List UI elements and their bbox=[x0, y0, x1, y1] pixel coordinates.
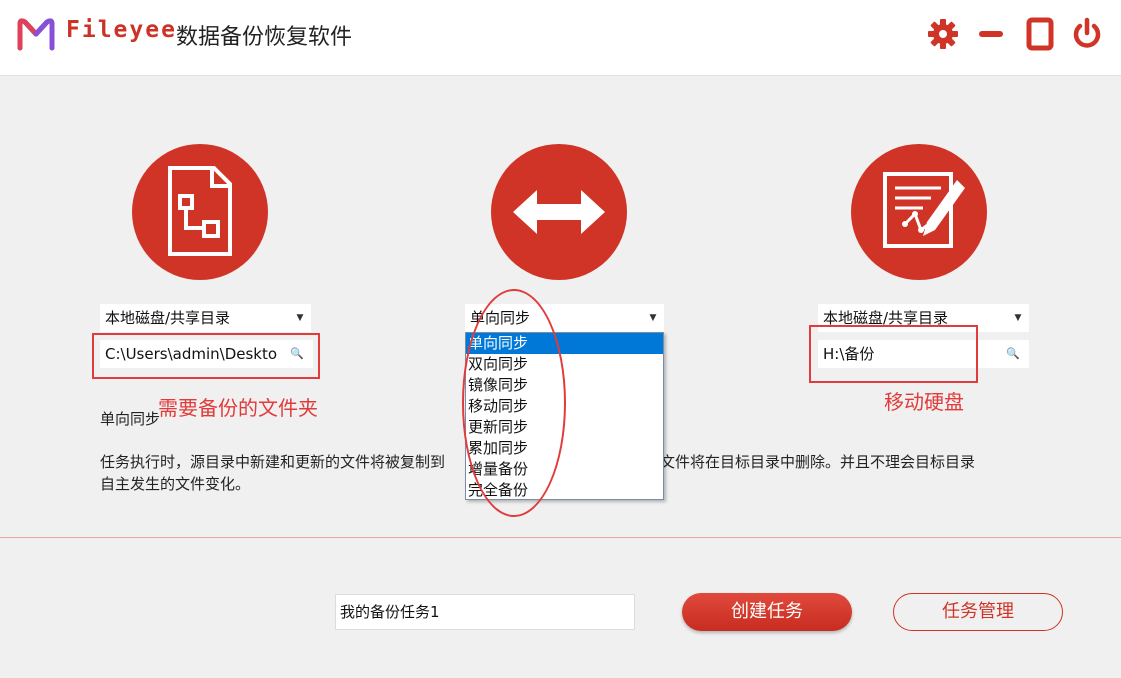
mode-icon-circle[interactable] bbox=[491, 144, 627, 280]
search-icon[interactable]: 🔍 bbox=[1006, 340, 1020, 368]
create-task-button[interactable]: 创建任务 bbox=[682, 593, 852, 631]
target-annotation: 移动硬盘 bbox=[884, 390, 964, 414]
source-annotation: 需要备份的文件夹 bbox=[158, 396, 318, 420]
source-icon-circle[interactable] bbox=[132, 144, 268, 280]
chevron-down-icon: ▼ bbox=[1014, 313, 1022, 323]
target-icon-circle[interactable] bbox=[851, 144, 987, 280]
file-document-icon bbox=[168, 166, 232, 256]
source-type-select[interactable]: 本地磁盘/共享目录 ▼ bbox=[100, 304, 311, 332]
mode-highlight-oval bbox=[462, 289, 566, 517]
task-name-input[interactable]: 我的备份任务1 bbox=[335, 594, 635, 630]
task-manage-button[interactable]: 任务管理 bbox=[893, 593, 1063, 631]
double-arrow-icon bbox=[513, 190, 605, 234]
mode-description-title: 单向同步 bbox=[100, 410, 161, 428]
description-text-left: 任务执行时，源目录中新建和更新的文件将被复制到 bbox=[100, 453, 446, 471]
chevron-down-icon: ▼ bbox=[649, 313, 657, 323]
title-bar: Fileyee 数据备份恢复软件 bbox=[0, 0, 1121, 76]
section-divider bbox=[0, 537, 1121, 538]
app-title: 数据备份恢复软件 bbox=[176, 25, 353, 50]
description-text-right: 的文件将在目标目录中删除。并且不理会目标目录 bbox=[645, 453, 976, 471]
gear-icon[interactable] bbox=[926, 17, 960, 51]
minimize-icon[interactable] bbox=[975, 17, 1009, 51]
chevron-down-icon: ▼ bbox=[296, 313, 304, 323]
brand-name: Fileyee bbox=[66, 17, 177, 43]
target-highlight-box bbox=[809, 325, 978, 383]
edit-document-icon bbox=[883, 172, 965, 248]
source-type-value: 本地磁盘/共享目录 bbox=[105, 309, 231, 327]
power-icon[interactable] bbox=[1070, 17, 1104, 51]
fileyee-logo-icon bbox=[17, 18, 55, 51]
maximize-icon[interactable] bbox=[1023, 17, 1057, 51]
source-highlight-box bbox=[92, 333, 320, 379]
